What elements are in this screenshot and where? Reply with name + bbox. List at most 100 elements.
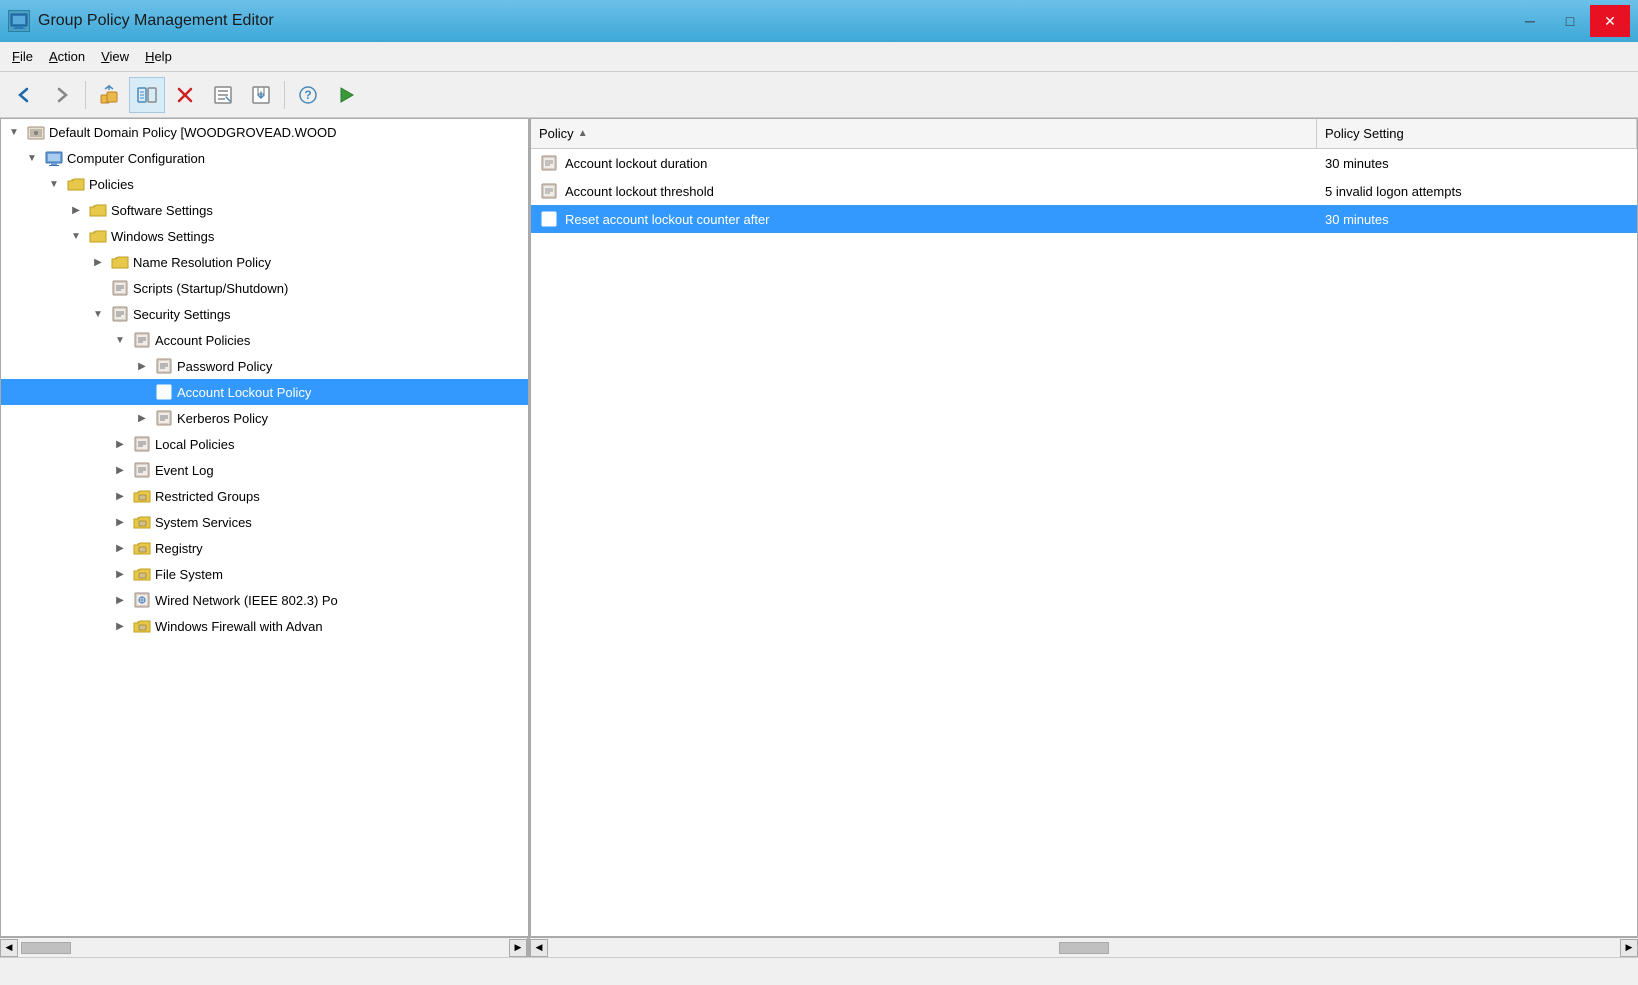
expand-computer-config[interactable]: ▼: [23, 149, 41, 167]
software-settings-label: Software Settings: [111, 203, 213, 218]
name-resolution-icon: [110, 252, 130, 272]
tree-row-windows-settings[interactable]: ▼ Windows Settings: [1, 223, 528, 249]
expand-security-settings[interactable]: ▼: [89, 305, 107, 323]
no-expand-scripts: [89, 279, 107, 297]
tree-node-windows-settings: ▼ Windows Settings: [1, 223, 528, 639]
expand-policies[interactable]: ▼: [45, 175, 63, 193]
show-hide-button[interactable]: [129, 77, 165, 113]
tree-row-password-policy[interactable]: ▶: [1, 353, 528, 379]
col-header-setting[interactable]: Policy Setting: [1317, 119, 1637, 148]
title-bar-left: Group Policy Management Editor: [8, 10, 274, 32]
tree-node-software-settings: ▶ Software Settings: [1, 197, 528, 223]
run-button[interactable]: [328, 77, 364, 113]
tree-row-computer-config[interactable]: ▼ Computer Configuration: [1, 145, 528, 171]
tree-row-kerberos[interactable]: ▶: [1, 405, 528, 431]
tree-row-wired-network[interactable]: ▶: [1, 587, 528, 613]
menu-view[interactable]: View: [93, 46, 137, 67]
file-system-label: File System: [155, 567, 223, 582]
tree-row-restricted-groups[interactable]: ▶ Restricted Grou: [1, 483, 528, 509]
expand-system-services[interactable]: ▶: [111, 513, 129, 531]
close-button[interactable]: ✕: [1590, 5, 1630, 37]
left-hscroll[interactable]: ◀ ▶: [0, 938, 530, 957]
computer-config-icon: [44, 148, 64, 168]
tree-row-event-log[interactable]: ▶: [1, 457, 528, 483]
right-hscroll[interactable]: ◀ ▶: [530, 938, 1638, 957]
left-hscroll-thumb[interactable]: [21, 942, 71, 954]
maximize-button[interactable]: □: [1550, 5, 1590, 37]
restricted-groups-icon: [132, 486, 152, 506]
root-icon: [26, 122, 46, 142]
left-hscroll-right-btn[interactable]: ▶: [509, 939, 527, 957]
left-hscroll-left-btn[interactable]: ◀: [0, 939, 18, 957]
event-log-icon: [132, 460, 152, 480]
expand-registry[interactable]: ▶: [111, 539, 129, 557]
menu-help[interactable]: Help: [137, 46, 180, 67]
col-header-policy[interactable]: Policy ▲: [531, 119, 1317, 148]
tree-row-registry[interactable]: ▶ Registry: [1, 535, 528, 561]
tree-scroll[interactable]: ▼ Default Domain Policy [WOODGROVEAD.WOO…: [1, 119, 528, 936]
expand-windows-settings[interactable]: ▼: [67, 227, 85, 245]
expand-restricted-groups[interactable]: ▶: [111, 487, 129, 505]
tree-row-account-policies[interactable]: ▼: [1, 327, 528, 353]
back-button[interactable]: [6, 77, 42, 113]
account-policies-icon: [132, 330, 152, 350]
password-policy-label: Password Policy: [177, 359, 272, 374]
row-setting-lockout-duration: 30 minutes: [1317, 156, 1637, 171]
local-policies-icon: [132, 434, 152, 454]
list-row-reset-counter[interactable]: Reset account lockout counter after 30 m…: [531, 205, 1637, 233]
expand-kerberos[interactable]: ▶: [133, 409, 151, 427]
tree-row-security-settings[interactable]: ▼: [1, 301, 528, 327]
up-button[interactable]: [91, 77, 127, 113]
tree-row-name-resolution[interactable]: ▶ Name Resolution Policy: [1, 249, 528, 275]
kerberos-label: Kerberos Policy: [177, 411, 268, 426]
computer-config-label: Computer Configuration: [67, 151, 205, 166]
menu-file[interactable]: File: [4, 46, 41, 67]
tree-row-scripts[interactable]: Scripts (Startup/Shutdown): [1, 275, 528, 301]
properties-button[interactable]: [205, 77, 241, 113]
right-hscroll-track: [549, 941, 1619, 955]
bottom-scrollbars: ◀ ▶ ◀ ▶: [0, 937, 1638, 957]
tree-row-software-settings[interactable]: ▶ Software Settings: [1, 197, 528, 223]
tree-row-local-policies[interactable]: ▶: [1, 431, 528, 457]
right-hscroll-left-btn[interactable]: ◀: [530, 939, 548, 957]
windows-settings-label: Windows Settings: [111, 229, 214, 244]
tree-row-file-system[interactable]: ▶ File System: [1, 561, 528, 587]
name-resolution-label: Name Resolution Policy: [133, 255, 271, 270]
col-setting-label: Policy Setting: [1325, 126, 1404, 141]
expand-account-policies[interactable]: ▼: [111, 331, 129, 349]
delete-button[interactable]: [167, 77, 203, 113]
status-bar: [0, 957, 1638, 985]
list-body[interactable]: Account lockout duration 30 minutes Acco…: [531, 149, 1637, 936]
right-hscroll-right-btn[interactable]: ▶: [1620, 939, 1638, 957]
window-title: Group Policy Management Editor: [38, 12, 274, 30]
tree-node-local-policies: ▶: [1, 431, 528, 457]
expand-local-policies[interactable]: ▶: [111, 435, 129, 453]
tree-node-security-settings: ▼: [1, 301, 528, 639]
list-row-lockout-threshold[interactable]: Account lockout threshold 5 invalid logo…: [531, 177, 1637, 205]
expand-event-log[interactable]: ▶: [111, 461, 129, 479]
tree-row-policies[interactable]: ▼ Policies: [1, 171, 528, 197]
toolbar-separator-1: [85, 81, 86, 109]
list-row-lockout-duration[interactable]: Account lockout duration 30 minutes: [531, 149, 1637, 177]
tree-row-root[interactable]: ▼ Default Domain Policy [WOODGROVEAD.WOO…: [1, 119, 528, 145]
forward-button[interactable]: [44, 77, 80, 113]
expand-password-policy[interactable]: ▶: [133, 357, 151, 375]
expand-software-settings[interactable]: ▶: [67, 201, 85, 219]
app-icon: [8, 10, 30, 32]
right-hscroll-thumb[interactable]: [1059, 942, 1109, 954]
help-button[interactable]: ?: [290, 77, 326, 113]
expand-wired-network[interactable]: ▶: [111, 591, 129, 609]
left-hscroll-track: [19, 941, 508, 955]
local-policies-label: Local Policies: [155, 437, 235, 452]
expand-name-resolution[interactable]: ▶: [89, 253, 107, 271]
tree-row-system-services[interactable]: ▶ System Services: [1, 509, 528, 535]
tree-row-account-lockout[interactable]: Account Lockout Policy: [1, 379, 528, 405]
tree-row-windows-firewall[interactable]: ▶ Windows Firewal: [1, 613, 528, 639]
expand-file-system[interactable]: ▶: [111, 565, 129, 583]
expand-windows-firewall[interactable]: ▶: [111, 617, 129, 635]
minimize-button[interactable]: ─: [1510, 5, 1550, 37]
expand-root[interactable]: ▼: [5, 123, 23, 141]
tree-node-account-lockout: Account Lockout Policy: [1, 379, 528, 405]
export-button[interactable]: [243, 77, 279, 113]
menu-action[interactable]: Action: [41, 46, 93, 67]
